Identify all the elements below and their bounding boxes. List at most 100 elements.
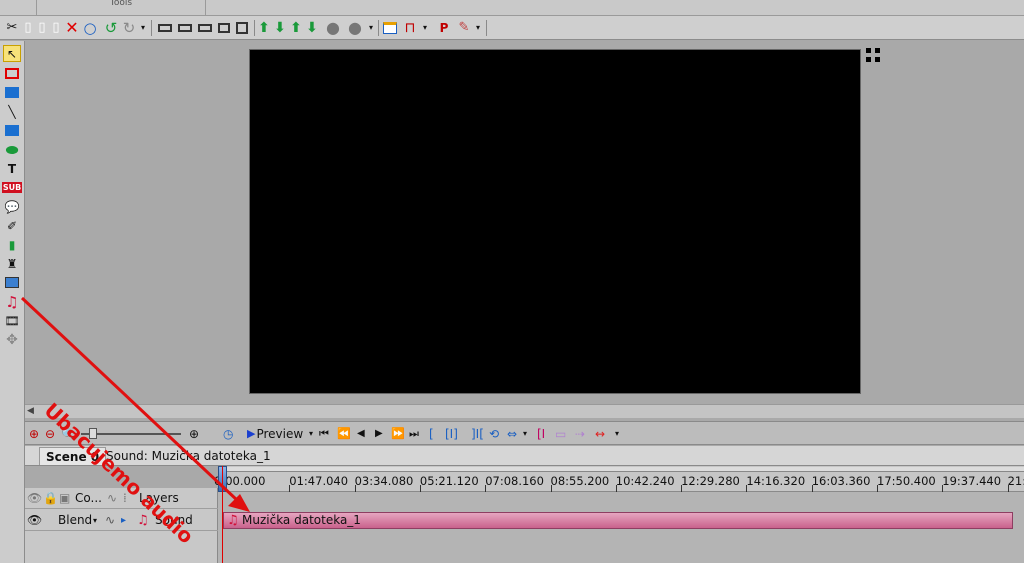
zoom-max-icon[interactable]: ⊕ [189,425,199,442]
video-icon[interactable]: 🎞 [3,312,21,329]
redo-icon[interactable]: ↻ [121,20,137,36]
ruler-tick-label: 10:42.240 [615,474,675,488]
move-up-icon[interactable]: ⬆ [257,20,271,36]
blend-dropdown-icon[interactable]: ▾ [93,510,97,531]
select-pointer-icon[interactable]: ↖ [3,45,21,62]
preview-button[interactable]: ▶ Preview [247,425,303,442]
ellipse-icon[interactable]: ⬬ [3,141,21,159]
layer-expand-icon[interactable]: ▸ [121,510,126,531]
undo-icon[interactable]: ↺ [103,20,119,36]
audio-wave-icon[interactable]: ∿ [105,510,115,531]
go-to-start-icon[interactable]: ⏮ [319,425,329,442]
audio-wave-header-icon: ∿ [107,491,118,505]
tools-strip: Tools [0,0,1024,16]
delete-icon[interactable]: ✕ [64,20,80,36]
fit-to-window-icon[interactable] [865,47,881,63]
send-to-back-icon[interactable]: ⬇ [305,20,319,36]
marker-range-icon[interactable]: ▭ [555,425,566,442]
visibility-header-icon: 👁 [27,491,43,505]
marker-arrows-icon[interactable]: ↔ [595,425,605,442]
canvas-horizontal-scrollbar[interactable]: ◀ [25,404,1024,418]
marker-stretch-icon[interactable]: ⇢ [575,425,585,442]
toolbar-separator [151,20,152,36]
go-to-end-icon[interactable]: ⏭ [409,425,419,442]
cut-icon[interactable]: ✂ [4,20,20,36]
text-icon[interactable]: T [3,160,21,177]
line-icon[interactable]: ╲ [3,103,21,120]
composition-header[interactable]: Co... [75,488,102,509]
preview-label: Preview [256,426,304,441]
visibility-eye-icon[interactable]: 👁 [27,510,42,531]
align-center-icon[interactable] [176,20,194,36]
ruler-tick-label: 08:55.200 [550,474,610,488]
ruler-tick-label: 14:16.320 [746,474,806,488]
left-toolbar: ↖ ╲ ⬬ T SUB 💬 ✐ ▮ ♜ ♫ 🎞 ✥ [0,41,25,563]
playhead-line[interactable] [222,466,223,563]
stretch-icon[interactable]: ⇔ [507,425,517,442]
audio-clip[interactable]: ♫ Muzička datoteka_1 [223,512,1013,529]
subtitle-icon[interactable]: SUB [1,179,23,196]
preview-dropdown-icon[interactable]: ▾ [309,425,313,442]
resize-icon[interactable] [234,20,250,36]
group-dropdown-icon[interactable]: ▾ [367,20,375,36]
scroll-left-icon[interactable]: ◀ [27,406,34,416]
chart-icon[interactable]: ▮ [3,236,21,253]
mark-range-icon[interactable]: [I] [445,425,458,442]
loop-icon[interactable]: ⟲ [489,425,499,442]
bring-to-front-icon[interactable]: ⬆ [289,20,303,36]
app-window: Tools ✂ ▯ ▯ ▯ ✕ ○ ↺ ↻ ▾ ⬆ ⬇ ⬆ ⬇ ● ● ▾ ⊓ … [0,0,1024,563]
rewind-icon[interactable]: ⏪ [337,425,351,442]
undo-dropdown-icon[interactable]: ▾ [139,20,147,36]
snap-dropdown-icon[interactable]: ▾ [421,20,429,36]
animation-icon[interactable]: ♜ [3,255,21,272]
tab-sound[interactable]: Sound: Muzička datoteka_1 [100,447,277,465]
ruler-tick-label: 03:34.080 [354,474,414,488]
fast-forward-icon[interactable]: ⏩ [391,425,405,442]
mark-out-icon[interactable]: ]I[ [471,425,484,442]
audio-icon[interactable]: ♫ [3,293,21,311]
freehand-icon[interactable]: ✐ [3,217,21,234]
clipboard-icon[interactable]: ▯ [50,20,62,36]
pen-dropdown-icon[interactable]: ▾ [474,20,482,36]
circle-icon[interactable]: ○ [82,20,98,36]
scene-tabs: Scene 0 Sound: Muzička datoteka_1 [25,446,1024,466]
distribute-icon[interactable] [216,20,232,36]
move-icon[interactable]: ✥ [3,331,21,348]
align-left-icon[interactable] [156,20,174,36]
ruler-tick-label: 16:03.360 [811,474,871,488]
rectangle-select-icon[interactable] [3,65,21,82]
timeline-ruler[interactable]: 0:00.000 01:47.040 03:34.080 05:21.120 07:08… [214,466,1024,492]
ungroup-icon[interactable]: ● [345,20,365,36]
paste-icon[interactable]: ▯ [36,20,48,36]
range-dropdown-icon[interactable]: ▾ [523,425,527,442]
toolbar-separator [486,20,487,36]
callout-icon[interactable]: 💬 [3,198,21,215]
copy-icon[interactable]: ▯ [22,20,34,36]
ruler-tick-label: 12:29.280 [681,474,740,488]
play-icon: ▶ [247,427,256,440]
preview-canvas[interactable] [249,49,861,394]
clock-icon[interactable]: ◷ [223,425,233,442]
tools-label: Tools [36,0,206,16]
image-icon[interactable] [3,274,21,291]
grid-icon[interactable] [381,20,399,36]
blend-mode-select[interactable]: Blend [58,510,92,531]
timeline-tracks[interactable]: ♫ Muzička datoteka_1 [218,492,1024,563]
camera-icon[interactable] [3,84,21,101]
move-down-icon[interactable]: ⬇ [273,20,287,36]
magnet-icon[interactable]: ⊓ [401,20,419,36]
ruler-tick-label: 07:08.160 [485,474,544,488]
group-icon[interactable]: ● [323,20,343,36]
mark-in-icon[interactable]: [ [429,425,434,442]
marker-icon[interactable]: [I [537,425,545,442]
marker-dropdown-icon[interactable]: ▾ [615,425,619,442]
pin-icon[interactable]: P [436,20,452,36]
align-right-icon[interactable] [196,20,214,36]
pen-icon[interactable]: ✎ [456,20,472,36]
step-back-icon[interactable]: ◀ [357,425,365,442]
rectangle-icon[interactable] [3,122,21,139]
ruler-tick-label: 19:37.440 [942,474,1002,488]
zoom-in-icon[interactable]: ⊕ [29,425,39,442]
step-forward-icon[interactable]: ▶ [375,425,383,442]
toolbar-separator [378,20,379,36]
